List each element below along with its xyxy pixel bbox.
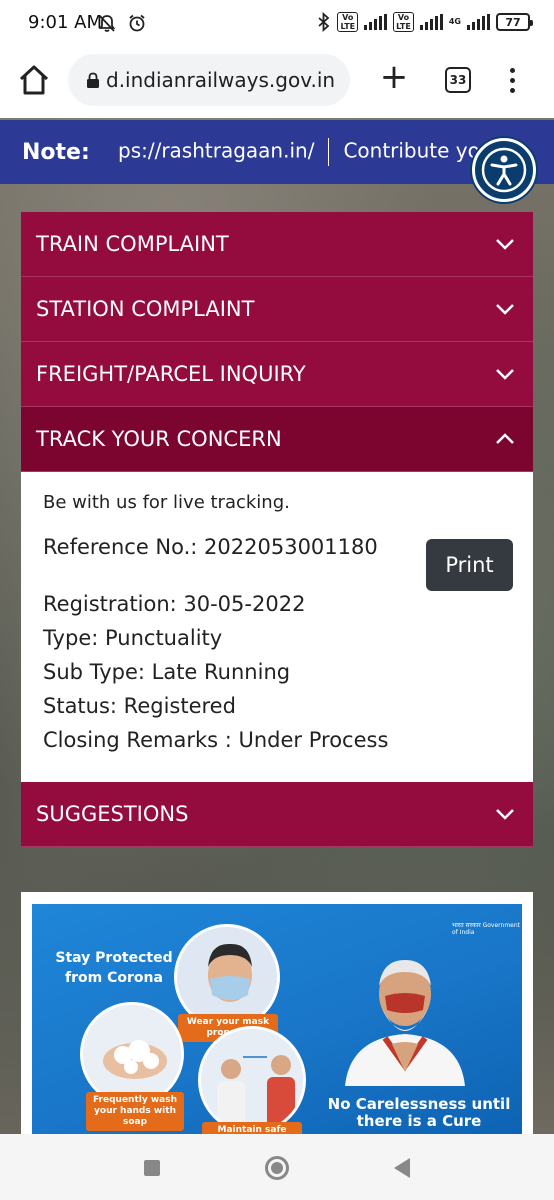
note-ticker-text[interactable]: ps://rashtragaan.in/Contribute yo <box>118 138 480 166</box>
accordion-label: SUGGESTIONS <box>36 802 189 826</box>
note-ticker-link[interactable]: ps://rashtragaan.in/ <box>118 139 314 163</box>
note-label: Note: <box>22 139 90 165</box>
closing-remarks: Closing Remarks : Under Process <box>43 728 389 752</box>
handwash-image <box>80 1002 184 1106</box>
covid-awareness-banner[interactable]: Stay Protected from Corona Wear your mas… <box>32 904 522 1134</box>
tab-switcher-button[interactable]: 33 <box>445 67 471 93</box>
chevron-up-icon <box>496 433 514 444</box>
status-left-icons <box>97 12 147 33</box>
accessibility-button[interactable] <box>472 138 536 202</box>
accordion-label: TRACK YOUR CONCERN <box>36 427 282 451</box>
government-of-india-emblem: भारत सरकार Government of India <box>452 922 521 936</box>
accordion-track-your-concern[interactable]: TRACK YOUR CONCERN <box>21 407 533 472</box>
covid-banner-card: Stay Protected from Corona Wear your mas… <box>21 892 533 1134</box>
concern-sub-type: Sub Type: Late Running <box>43 660 291 684</box>
signal-icon <box>364 14 388 30</box>
signal-icon <box>419 14 443 30</box>
alarm-icon <box>129 14 145 32</box>
banner-slogan: No Carelessness until there is a Cure <box>327 1095 511 1130</box>
browser-toolbar: d.indianrailways.gov.in + 33 <box>0 48 554 118</box>
home-nav-button[interactable] <box>265 1156 289 1180</box>
bluetooth-icon <box>318 12 330 32</box>
battery-icon: 77 <box>496 13 533 31</box>
url-text: d.indianrailways.gov.in <box>106 68 336 92</box>
pm-image <box>330 946 480 1086</box>
mute-notifications-icon <box>98 15 116 32</box>
registration-date: Registration: 30-05-2022 <box>43 592 306 616</box>
overflow-menu-button[interactable] <box>500 62 524 98</box>
distance-tag: Maintain safe distance <box>202 1122 302 1134</box>
accordion-suggestions[interactable]: SUGGESTIONS <box>21 782 533 847</box>
distancing-image <box>198 1026 306 1134</box>
accordion-label: STATION COMPLAINT <box>36 297 255 321</box>
ticker-separator <box>328 138 330 166</box>
network-type-label: 4G <box>448 17 461 26</box>
status-right-icons: Vo LTE Vo LTE 4G 77 <box>317 12 533 32</box>
accordion-station-complaint[interactable]: STATION COMPLAINT <box>21 277 533 342</box>
status-time: 9:01 AM <box>28 12 102 33</box>
chevron-down-icon <box>496 304 514 315</box>
recent-apps-button[interactable] <box>144 1160 160 1176</box>
note-ticker-text-2: Contribute yo <box>343 138 480 163</box>
url-bar[interactable]: d.indianrailways.gov.in <box>68 54 350 106</box>
banner-title: Stay Protected from Corona <box>55 950 173 986</box>
chevron-down-icon <box>496 369 514 380</box>
accordion-label: TRAIN COMPLAINT <box>36 232 229 256</box>
print-button[interactable]: Print <box>426 539 513 591</box>
track-concern-panel: Be with us for live tracking. Reference … <box>21 472 533 782</box>
accordion-label: FREIGHT/PARCEL INQUIRY <box>36 362 306 386</box>
accordion-freight-parcel-inquiry[interactable]: FREIGHT/PARCEL INQUIRY <box>21 342 533 407</box>
accordion-train-complaint[interactable]: TRAIN COMPLAINT <box>21 212 533 277</box>
concern-type: Type: Punctuality <box>43 626 223 650</box>
complaint-accordion: TRAIN COMPLAINT STATION COMPLAINT FREIGH… <box>21 212 533 847</box>
system-navigation-bar <box>0 1134 554 1200</box>
chevron-down-icon <box>496 809 514 820</box>
home-icon <box>19 65 49 95</box>
lock-icon <box>87 72 99 88</box>
status-bar: 9:01 AM Vo LTE Vo LTE 4G 77 <box>0 0 554 48</box>
volte-icon: Vo LTE <box>393 12 414 32</box>
concern-details: Registration: 30-05-2022 Type: Punctuali… <box>43 587 511 757</box>
live-tracking-message: Be with us for live tracking. <box>43 492 290 513</box>
note-ticker-bar: Note: ps://rashtragaan.in/Contribute yo <box>0 120 554 184</box>
concern-status: Status: Registered <box>43 694 236 718</box>
back-button[interactable] <box>394 1158 410 1178</box>
accessibility-icon <box>481 147 527 193</box>
home-button[interactable] <box>16 62 52 98</box>
volte-icon: Vo LTE <box>337 12 359 32</box>
signal-icon <box>467 14 490 30</box>
handwash-tag: Frequently wash your hands with soap <box>86 1092 184 1131</box>
chevron-down-icon <box>496 239 514 250</box>
new-tab-button[interactable]: + <box>378 60 410 96</box>
